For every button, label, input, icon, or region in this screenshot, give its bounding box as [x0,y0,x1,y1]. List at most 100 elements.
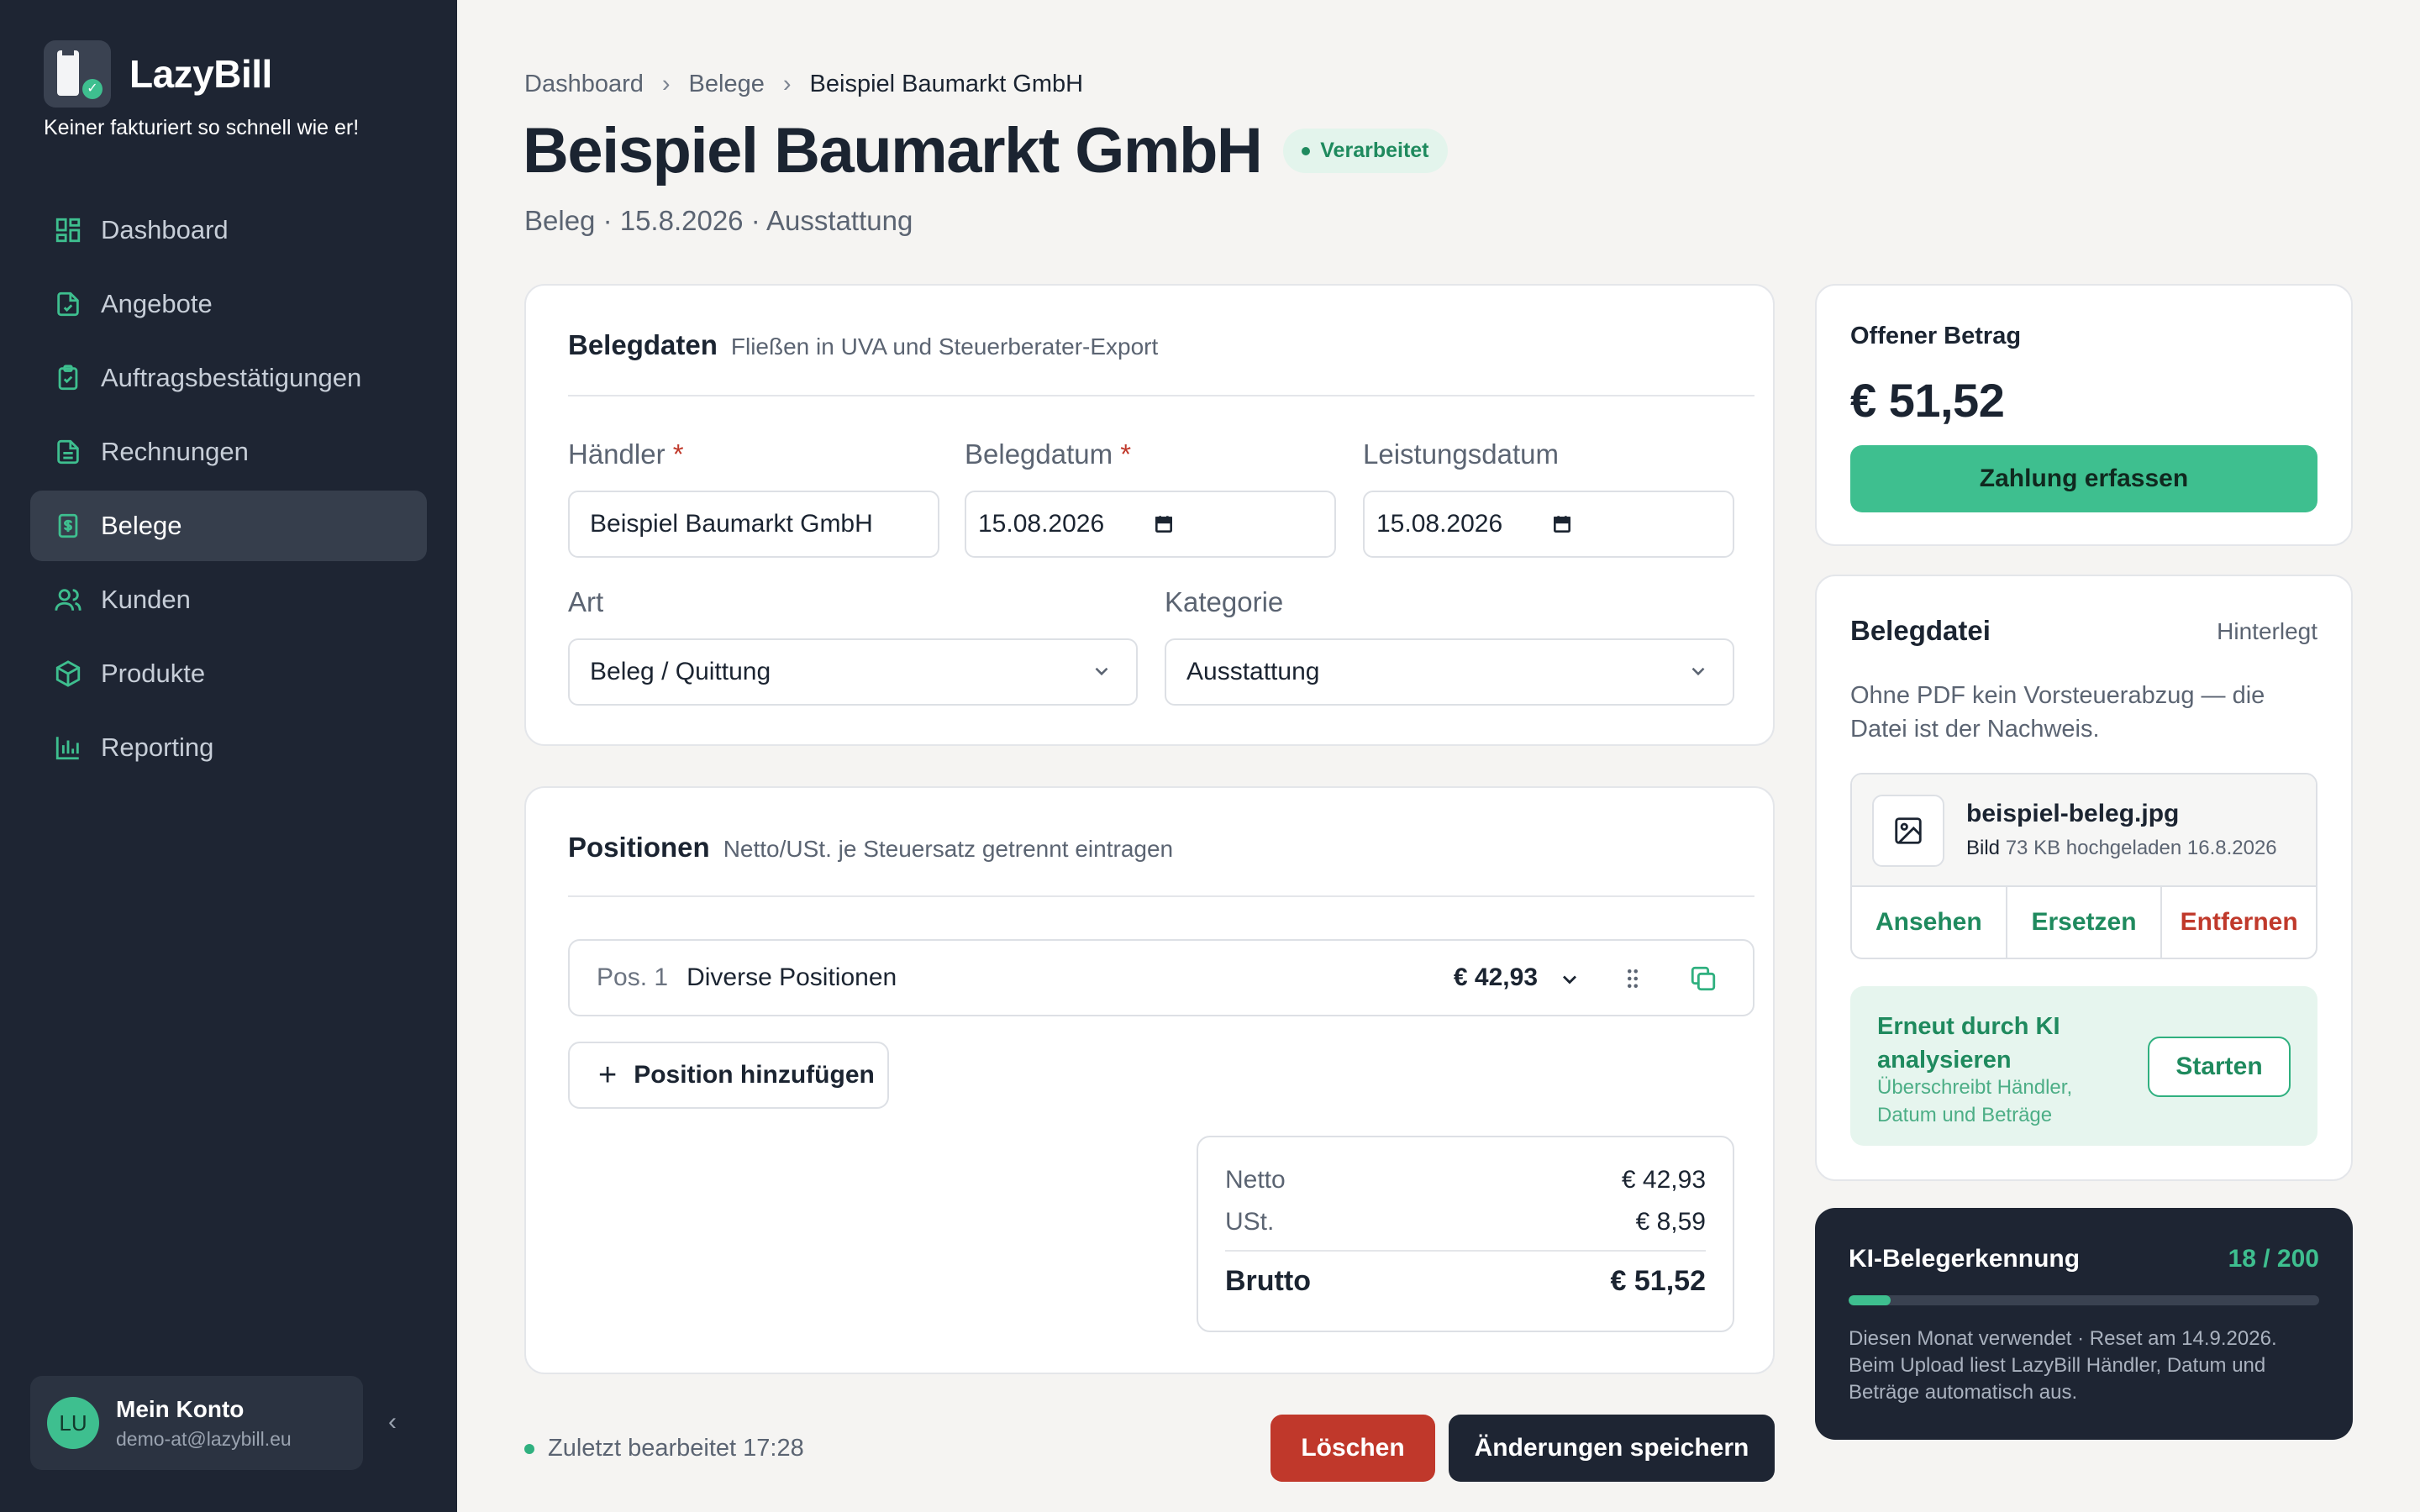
collapse-sidebar-icon[interactable]: ‹ [388,1408,397,1436]
sidebar-item-dashboard[interactable]: Dashboard [30,195,427,265]
position-row[interactable]: Pos. 1 Diverse Positionen € 42,93 [568,939,1754,1016]
file-name[interactable]: beispiel-beleg.jpg [1966,800,2179,828]
sidebar-nav: Dashboard Angebote Auftragsbestätigungen… [30,195,427,786]
card-title: Belegdaten [568,329,718,360]
breadcrumb-belege[interactable]: Belege [689,71,765,98]
divider [1225,1250,1706,1252]
last-edited-text: Zuletzt bearbeitet 17:28 [548,1435,804,1462]
account-name: Mein Konto [116,1395,245,1422]
sidebar-item-rechnungen[interactable]: Rechnungen [30,417,427,487]
kategorie-label: Kategorie [1165,586,1284,617]
ai-usage-progress [1849,1295,2319,1305]
ai-usage-count: 18 / 200 [2228,1245,2319,1273]
ai-usage-progress-fill [1849,1295,1891,1305]
divider [568,395,1754,396]
breadcrumb: Dashboard › Belege › Beispiel Baumarkt G… [524,71,1083,98]
add-position-label: Position hinzufügen [634,1061,875,1089]
sidebar-item-belege[interactable]: Belege [30,491,427,561]
divider [568,895,1754,897]
sidebar-item-label: Auftragsbestätigungen [101,363,362,392]
open-amount-label: Offener Betrag [1850,323,2022,349]
ai-reanalyze-title: Erneut durch KI analysieren [1877,1013,2060,1074]
receipt-icon [58,513,78,538]
status-badge-label: Verarbeitet [1320,139,1429,162]
app-name: LazyBill [129,52,272,96]
record-payment-button[interactable]: Zahlung erfassen [1850,445,2317,512]
drag-handle-icon[interactable] [1620,966,1645,991]
chevron-right-icon: › [661,71,671,97]
ai-usage-note: Diesen Monat verwendet · Reset am 14.9.2… [1849,1327,2277,1404]
chevron-right-icon: › [782,71,792,97]
start-ai-button[interactable]: Starten [2148,1037,2291,1097]
add-position-button[interactable]: + Position hinzufügen [568,1042,889,1109]
file-attachment: beispiel-beleg.jpg Bild 73 KB hochgelade… [1850,773,2317,959]
art-label: Art [568,586,604,617]
netto-label: Netto [1225,1166,1286,1194]
art-value: Beleg / Quittung [590,658,771,685]
ai-reanalyze-subtitle: Überschreibt Händler, Datum und Beträge [1877,1076,2073,1126]
chevron-down-icon [1095,667,1108,676]
ai-reanalyze-box: Erneut durch KI analysieren Überschreibt… [1850,986,2317,1146]
replace-file-button[interactable]: Ersetzen [2007,887,2163,958]
ai-usage-card: KI-Belegerkennung 18 / 200 Diesen Monat … [1815,1208,2353,1440]
sidebar-item-auftragsbestaetigungen[interactable]: Auftragsbestätigungen [30,343,427,413]
belegdaten-card: Belegdaten Fließen in UVA und Steuerbera… [524,284,1775,746]
status-dot-icon [1302,146,1311,155]
remove-file-button[interactable]: Entfernen [2162,887,2316,958]
kategorie-select[interactable]: Ausstattung [1165,638,1734,706]
brutto-value: € 51,52 [1610,1265,1706,1297]
calendar-icon[interactable] [1551,513,1573,535]
position-number: Pos. 1 [597,963,669,991]
sidebar-item-label: Reporting [101,732,214,762]
ust-row: USt. € 8,59 [1225,1208,1706,1236]
save-changes-button[interactable]: Änderungen speichern [1449,1415,1775,1482]
ust-value: € 8,59 [1635,1208,1706,1236]
haendler-label: Händler * [568,438,684,470]
ust-label: USt. [1225,1208,1275,1236]
page-title: Beispiel Baumarkt GmbH [523,115,1263,186]
chevron-down-icon[interactable] [1558,968,1581,991]
dashboard-icon [55,218,81,243]
brutto-label: Brutto [1225,1265,1311,1297]
title-row: Beispiel Baumarkt GmbH Verarbeitet [523,114,1448,187]
breadcrumb-dashboard[interactable]: Dashboard [524,71,644,98]
belegdatum-input[interactable]: 15.08.2026 [965,491,1336,558]
plus-icon: + [598,1057,618,1093]
leistungsdatum-input[interactable]: 15.08.2026 [1363,491,1734,558]
sidebar-item-produkte[interactable]: Produkte [30,638,427,709]
breadcrumb-current: Beispiel Baumarkt GmbH [809,71,1084,97]
account-email: demo-at@lazybill.eu [116,1427,292,1450]
haendler-input[interactable]: Beispiel Baumarkt GmbH [568,491,939,558]
file-meta: Bild 73 KB hochgeladen 16.8.2026 [1966,837,2277,859]
leistungsdatum-value: 15.08.2026 [1376,510,1503,538]
belegdatei-card: Belegdatei Hinterlegt Ohne PDF kein Vors… [1815,575,2353,1181]
brand[interactable]: ✓ LazyBill [44,40,272,108]
last-edited-status: Zuletzt bearbeitet 17:28 [524,1435,804,1462]
delete-button[interactable]: Löschen [1270,1415,1435,1482]
box-icon [55,660,81,687]
sidebar-item-label: Rechnungen [101,437,249,466]
duplicate-icon[interactable] [1689,964,1718,993]
sidebar: ✓ LazyBill Keiner fakturiert so schnell … [0,0,457,1512]
sidebar-item-label: Dashboard [101,215,229,244]
sidebar-item-label: Produkte [101,659,206,688]
view-file-button[interactable]: Ansehen [1852,887,2007,958]
sidebar-item-kunden[interactable]: Kunden [30,564,427,635]
calendar-icon[interactable] [1153,513,1175,535]
belegdatum-label: Belegdatum * [965,438,1132,470]
sidebar-item-reporting[interactable]: Reporting [30,712,427,783]
sidebar-item-label: Angebote [101,289,213,318]
position-amount: € 42,93 [1453,963,1538,991]
totals-box: Netto € 42,93 USt. € 8,59 Brutto € 51,52 [1197,1136,1734,1332]
card-hint: Fließen in UVA und Steuerberater-Export [730,333,1159,360]
leistungsdatum-label: Leistungsdatum [1363,438,1559,470]
sidebar-item-angebote[interactable]: Angebote [30,269,427,339]
brutto-row: Brutto € 51,52 [1225,1265,1706,1298]
art-select[interactable]: Beleg / Quittung [568,638,1138,706]
account-menu[interactable]: LU Mein Konto demo-at@lazybill.eu [30,1376,363,1470]
file-description: Ohne PDF kein Vorsteuerabzug — die Datei… [1850,682,2265,743]
open-amount-card: Offener Betrag € 51,52 Zahlung erfassen [1815,284,2353,546]
belegdatum-value: 15.08.2026 [978,510,1105,538]
status-dot-icon [524,1443,534,1454]
clipboard-check-icon [58,365,78,391]
